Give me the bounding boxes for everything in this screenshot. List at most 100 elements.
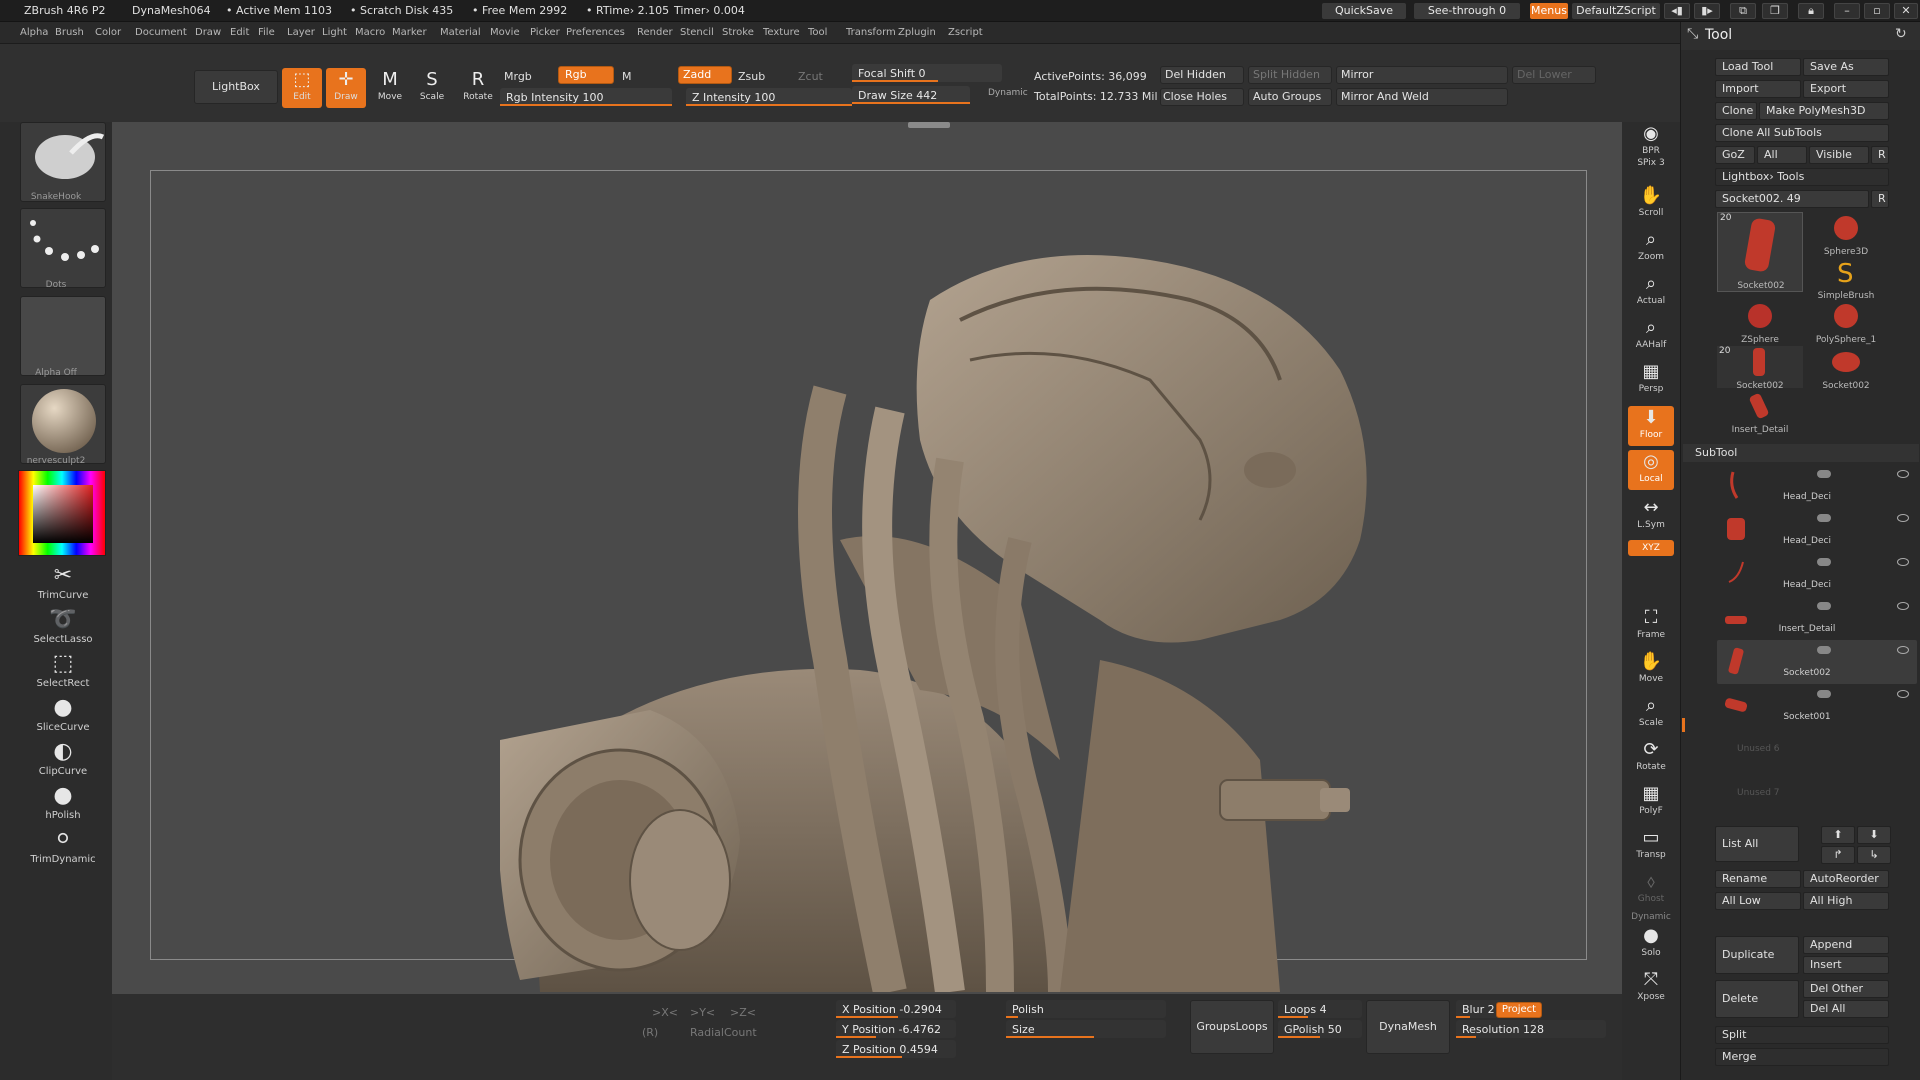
menu-file[interactable]: File [258,27,275,38]
menu-macro[interactable]: Macro [355,27,385,38]
split-section[interactable]: Split [1715,1026,1889,1044]
trimcurve-button[interactable]: ✂ TrimCurve [20,562,106,601]
spix-slider[interactable]: SPix 3 [1628,158,1674,174]
clone-button[interactable]: Clone [1715,102,1757,120]
frame-button[interactable]: ⛶ Frame [1628,606,1674,646]
visibility-eye-icon[interactable] [1897,646,1909,654]
sym-y-toggle[interactable]: >Y< [690,1006,715,1019]
menu-marker[interactable]: Marker [392,27,427,38]
tool-r-button[interactable]: R [1871,190,1889,208]
zadd-toggle[interactable]: Zadd [678,66,732,84]
project-toggle[interactable]: Project [1496,1002,1542,1018]
edit-mode-button[interactable]: ⬚ Edit [282,68,322,108]
rotate-mode-button[interactable]: R Rotate [458,68,498,108]
subtool-row[interactable]: Head_Deci [1717,464,1917,508]
layout-left-icon[interactable]: ◂▮ [1664,3,1690,19]
subtool-row[interactable]: Head_Deci [1717,508,1917,552]
menu-brush[interactable]: Brush [55,27,84,38]
move-up-right-icon[interactable]: ↱ [1821,846,1855,864]
z-position-slider[interactable]: Z Position 0.4594 [836,1040,956,1058]
mirror-button[interactable]: Mirror [1336,66,1508,84]
auto-groups-button[interactable]: Auto Groups [1248,88,1332,106]
rgb-toggle[interactable]: Rgb [558,66,614,84]
refresh-icon[interactable]: ↻ [1895,26,1907,42]
tool-thumb-socket002-c[interactable]: Socket002 [1803,346,1889,391]
transp-button[interactable]: ▭ Transp [1628,826,1674,866]
draw-mode-button[interactable]: ✛ Draw [326,68,366,108]
x-position-slider[interactable]: X Position -0.2904 [836,1000,956,1018]
lsym-button[interactable]: ↔ L.Sym [1628,496,1674,536]
list-all-button[interactable]: List All [1715,826,1799,862]
dynamic-toggle[interactable]: Dynamic [988,88,1028,98]
move-view-button[interactable]: ✋ Move [1628,650,1674,690]
close-holes-button[interactable]: Close Holes [1160,88,1244,106]
mirror-and-weld-button[interactable]: Mirror And Weld [1336,88,1508,106]
rotate-view-button[interactable]: ⟳ Rotate [1628,738,1674,778]
goz-all-button[interactable]: All [1757,146,1807,164]
insert-button[interactable]: Insert [1803,956,1889,974]
del-other-button[interactable]: Del Other [1803,980,1889,998]
hpolish-button[interactable]: ● hPolish [20,782,106,821]
selectlasso-button[interactable]: ➰ SelectLasso [20,606,106,645]
subtool-header[interactable]: SubTool [1683,444,1919,462]
menu-color[interactable]: Color [95,27,121,38]
current-tool-slider[interactable]: Socket002. 49 [1715,190,1869,208]
see-through-slider[interactable]: See-through 0 [1414,3,1520,19]
solo-button[interactable]: ● Solo [1628,924,1674,964]
rename-button[interactable]: Rename [1715,870,1801,888]
del-hidden-button[interactable]: Del Hidden [1160,66,1244,84]
subtool-toggle[interactable] [1817,558,1831,566]
focal-shift-slider[interactable]: Focal Shift 0 [852,64,1002,82]
tool-thumb-insert-detail[interactable]: Insert_Detail [1717,390,1803,435]
stroke-thumbnail[interactable] [20,208,106,288]
layout-copy-icon[interactable]: ❐ [1762,3,1788,19]
sym-x-toggle[interactable]: >X< [652,1006,678,1019]
clipcurve-button[interactable]: ◐ ClipCurve [20,738,106,777]
close-icon[interactable]: ✕ [1894,3,1918,19]
menus-toggle[interactable]: Menus [1530,3,1568,19]
subtool-toggle[interactable] [1817,470,1831,478]
menu-zplugin[interactable]: Zplugin [898,27,936,38]
xpose-button[interactable]: ⤧ Xpose [1628,968,1674,1008]
visibility-eye-icon[interactable] [1897,690,1909,698]
menu-texture[interactable]: Texture [763,27,800,38]
scale-mode-button[interactable]: S Scale [412,68,452,108]
subtool-row[interactable]: Socket001 [1717,684,1917,728]
menu-render[interactable]: Render [637,27,673,38]
resolution-slider[interactable]: Resolution 128 [1456,1020,1606,1038]
menu-document[interactable]: Document [135,27,187,38]
size-slider[interactable]: Size [1006,1020,1166,1038]
menu-alpha[interactable]: Alpha [20,27,48,38]
layout-swap-icon[interactable]: ⧉ [1730,3,1756,19]
import-button[interactable]: Import [1715,80,1801,98]
xyz-button[interactable]: XYZ [1628,540,1674,556]
lock-icon[interactable]: 🔒︎ [1798,3,1824,19]
mrgb-toggle[interactable]: Mrgb [504,70,532,83]
polish-slider[interactable]: Polish [1006,1000,1166,1018]
zcut-toggle[interactable]: Zcut [798,70,823,83]
scroll-button[interactable]: ✋ Scroll [1628,184,1674,224]
subtool-toggle[interactable] [1817,514,1831,522]
menu-material[interactable]: Material [440,27,481,38]
groups-loops-button[interactable]: GroupsLoops [1190,1000,1274,1054]
delete-button[interactable]: Delete [1715,980,1799,1018]
subtool-toggle[interactable] [1817,646,1831,654]
ghost-button[interactable]: ⬨ Ghost [1628,870,1674,910]
lightbox-button[interactable]: LightBox [194,70,278,104]
rgb-intensity-slider[interactable]: Rgb Intensity 100 [500,88,672,106]
goz-r-button[interactable]: R [1871,146,1889,164]
visibility-eye-icon[interactable] [1897,514,1909,522]
floor-button[interactable]: ⬇ Floor [1628,406,1674,446]
actual-button[interactable]: ⌕ Actual [1628,272,1674,312]
move-mode-button[interactable]: M Move [370,68,410,108]
menu-preferences[interactable]: Preferences [566,27,625,38]
local-button[interactable]: ◎ Local [1628,450,1674,490]
draw-size-slider[interactable]: Draw Size 442 [852,86,970,104]
menu-stroke[interactable]: Stroke [722,27,754,38]
tool-thumb-zsphere[interactable]: ZSphere [1717,300,1803,345]
default-zscript-button[interactable]: DefaultZScript [1572,3,1660,19]
clone-all-subtools-button[interactable]: Clone All SubTools [1715,124,1889,142]
del-lower-button[interactable]: Del Lower [1512,66,1596,84]
zsub-toggle[interactable]: Zsub [738,70,765,83]
tool-thumb-sphere3d[interactable]: Sphere3D [1803,212,1889,257]
